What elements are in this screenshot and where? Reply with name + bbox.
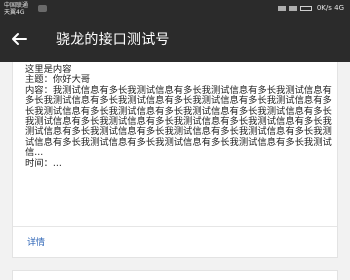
page-title: 骁龙的接口测试号 <box>56 32 170 48</box>
topic-value: 你好大哥 <box>52 74 91 86</box>
carrier-network: 天翼4G <box>4 9 25 16</box>
status-icons: 0K/s 4G <box>277 4 344 12</box>
next-card-edge <box>12 270 338 280</box>
app-bar: 骁龙的接口测试号 <box>0 17 350 62</box>
battery-icon <box>299 6 312 11</box>
signal-icon <box>288 6 297 11</box>
topic-label: 主题： <box>25 74 53 86</box>
back-button[interactable] <box>9 29 29 49</box>
message-card: 这里是内容 主题：你好大哥 内容：我测试信息有多长我测试信息有多长我测试信息有多… <box>12 62 338 258</box>
message-content: 内容：我测试信息有多长我测试信息有多长我测试信息有多长我测试信息有多长我测试信息… <box>25 84 339 159</box>
carrier-name: 中国联通 <box>4 2 29 9</box>
message-time: 时间：... <box>25 157 339 169</box>
card-divider <box>13 226 337 227</box>
network-badge-icon <box>38 5 47 12</box>
arrow-left-icon <box>12 33 27 45</box>
network-speed: 0K/s 4G <box>316 4 344 12</box>
time-value: ... <box>52 157 62 169</box>
content-value: 我测试信息有多长我测试信息有多长我测试信息有多长我测试信息有多长我测试信息有多长… <box>25 84 332 159</box>
status-bar: 中国联通 天翼4G 0K/s 4G <box>0 0 350 17</box>
message-body: 这里是内容 主题：你好大哥 内容：我测试信息有多长我测试信息有多长我测试信息有多… <box>25 64 339 169</box>
time-label: 时间： <box>25 157 53 169</box>
carrier-info: 中国联通 天翼4G <box>4 2 28 16</box>
details-link[interactable]: 详情 <box>27 235 45 248</box>
wifi-icon <box>277 6 286 11</box>
